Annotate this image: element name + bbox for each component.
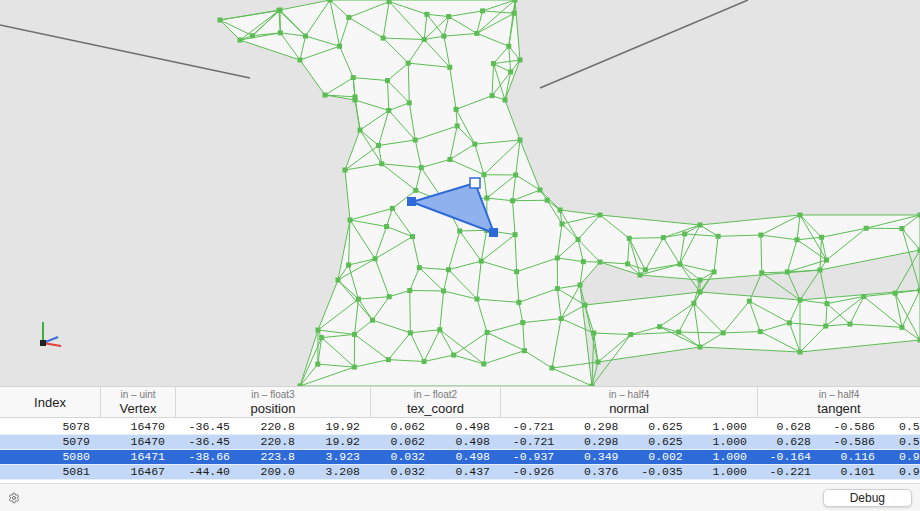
cell-value: -0.586 <box>821 420 885 434</box>
cell-value: 0.101 <box>821 465 885 479</box>
cell-value: 0.002 <box>629 450 693 464</box>
table-body: 507816470-36.45220.819.920.0620.498-0.72… <box>0 418 920 483</box>
cell-value: 209.0 <box>240 465 305 479</box>
cell-value: 0.498 <box>435 420 500 434</box>
cell-value: 16471 <box>100 450 175 464</box>
cell-value: 0.5 <box>885 420 920 434</box>
cell-value: 0.628 <box>757 420 821 434</box>
cell-value: -0.721 <box>500 420 564 434</box>
cell-value: 16470 <box>100 420 175 434</box>
cell-value: 0.032 <box>370 450 435 464</box>
cell-value: -38.66 <box>175 450 240 464</box>
cell-value: 0.437 <box>435 465 500 479</box>
cell-value: 1.000 <box>693 435 757 449</box>
cell-value: 0.498 <box>435 435 500 449</box>
cell-value: 16470 <box>100 435 175 449</box>
cell-value: -0.586 <box>821 435 885 449</box>
cell-value: 5080 <box>0 450 100 464</box>
cell-value: 0.032 <box>370 465 435 479</box>
cell-value: 3.923 <box>305 450 370 464</box>
cell-value: 1.000 <box>693 420 757 434</box>
column-header[interactable]: Index <box>0 387 100 417</box>
cell-value: 1.000 <box>693 450 757 464</box>
cell-value: 0.625 <box>629 435 693 449</box>
debug-button[interactable]: Debug <box>823 489 912 507</box>
column-header[interactable]: in – half4tangent <box>757 387 920 417</box>
cell-value: 0.5 <box>885 435 920 449</box>
cell-value: 5078 <box>0 420 100 434</box>
cell-value: -44.40 <box>175 465 240 479</box>
cell-value: 19.92 <box>305 435 370 449</box>
cell-value: 0.349 <box>564 450 628 464</box>
cell-value: 0.116 <box>821 450 885 464</box>
cell-value: 0.376 <box>564 465 628 479</box>
cell-value: 5079 <box>0 435 100 449</box>
cell-value: 0.9 <box>885 450 920 464</box>
column-header[interactable]: in – float3position <box>175 387 370 417</box>
column-header[interactable]: in – half4normal <box>500 387 757 417</box>
cell-value: 0.628 <box>757 435 821 449</box>
table-row[interactable]: 508016471-38.66223.83.9230.0320.498-0.93… <box>0 450 920 465</box>
cell-value: -0.721 <box>500 435 564 449</box>
geometry-viewport[interactable] <box>0 0 920 386</box>
cell-value: 0.062 <box>370 420 435 434</box>
mesh-wireframe-icon <box>0 0 920 386</box>
cell-value: -36.45 <box>175 420 240 434</box>
cell-value: 223.8 <box>240 450 305 464</box>
cell-value: -36.45 <box>175 435 240 449</box>
cell-value: 3.208 <box>305 465 370 479</box>
cell-value: 5081 <box>0 465 100 479</box>
cell-value: -0.221 <box>757 465 821 479</box>
cell-value: 0.298 <box>564 420 628 434</box>
cell-value: 19.92 <box>305 420 370 434</box>
cell-value: 0.9 <box>885 465 920 479</box>
table-row[interactable]: 507816470-36.45220.819.920.0620.498-0.72… <box>0 420 920 435</box>
cell-value: -0.937 <box>500 450 564 464</box>
column-header[interactable]: in – float2tex_coord <box>370 387 500 417</box>
gear-icon[interactable] <box>8 492 20 504</box>
cell-value: -0.164 <box>757 450 821 464</box>
app: Indexin – uintVertexin – float3positioni… <box>0 0 920 511</box>
column-header[interactable]: in – uintVertex <box>100 387 175 417</box>
cell-value: -0.035 <box>629 465 693 479</box>
bottom-bar: Debug <box>0 483 920 511</box>
cell-value: 16467 <box>100 465 175 479</box>
cell-value: 0.062 <box>370 435 435 449</box>
cell-value: 0.625 <box>629 420 693 434</box>
cell-value: 0.298 <box>564 435 628 449</box>
cell-value: 220.8 <box>240 435 305 449</box>
cell-value: -0.926 <box>500 465 564 479</box>
table-row[interactable]: 507916470-36.45220.819.920.0620.498-0.72… <box>0 435 920 450</box>
table-header: Indexin – uintVertexin – float3positioni… <box>0 386 920 418</box>
cell-value: 220.8 <box>240 420 305 434</box>
cell-value: 0.498 <box>435 450 500 464</box>
table-row[interactable]: 508116467-44.40209.03.2080.0320.437-0.92… <box>0 465 920 480</box>
cell-value: 1.000 <box>693 465 757 479</box>
